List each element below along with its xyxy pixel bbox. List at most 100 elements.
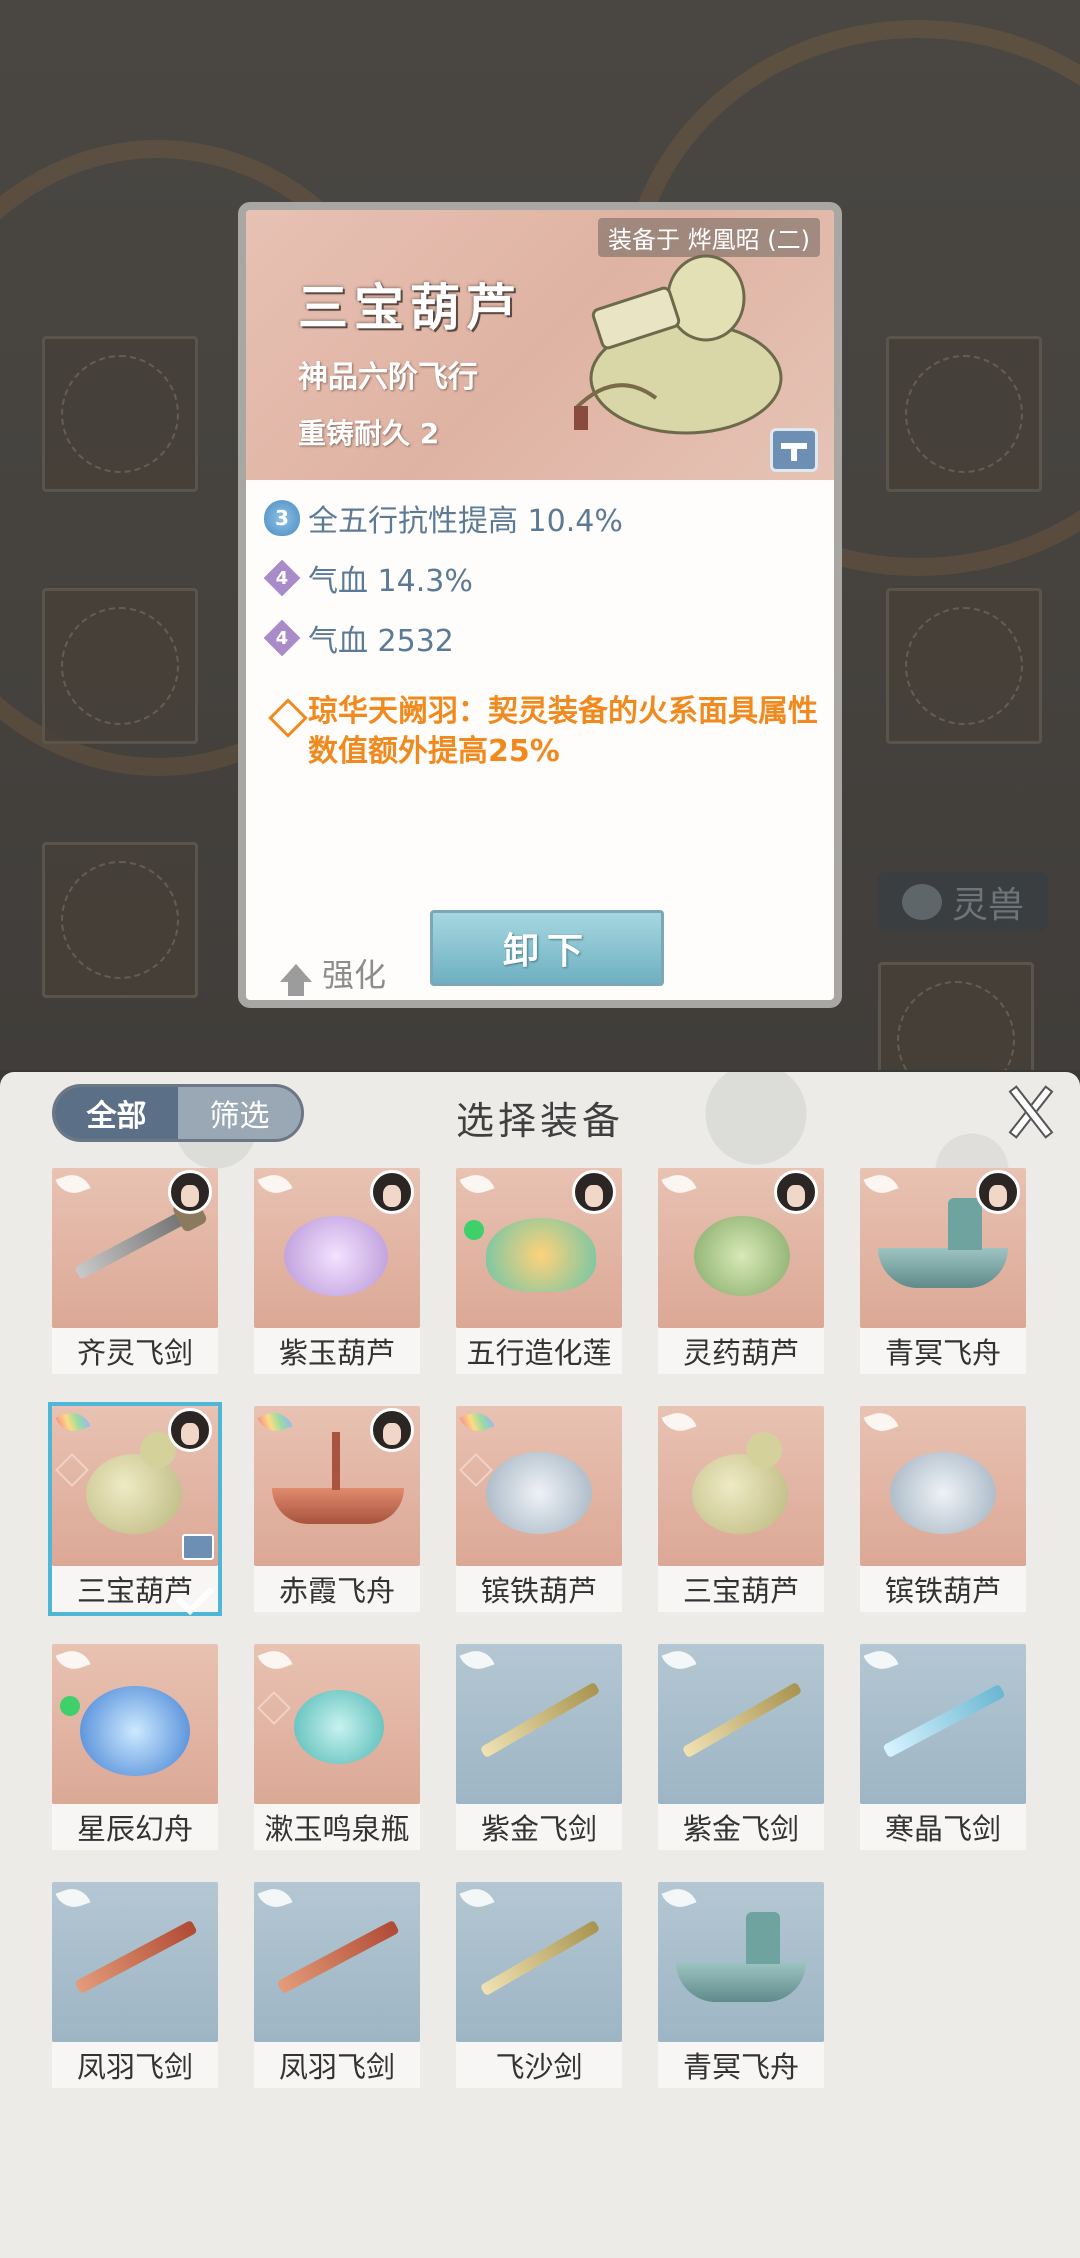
background-slot bbox=[886, 588, 1042, 744]
item-illustration bbox=[882, 1683, 1006, 1759]
equipment-card[interactable]: 青冥飞舟 bbox=[658, 1882, 824, 2088]
flight-wing-icon bbox=[55, 1883, 91, 1913]
owner-avatar bbox=[572, 1170, 616, 1214]
tier-badge-number: 4 bbox=[275, 627, 289, 649]
equipment-art bbox=[658, 1644, 824, 1804]
item-illustration bbox=[80, 1686, 190, 1776]
equipment-card[interactable]: 漱玉鸣泉瓶 bbox=[254, 1644, 420, 1850]
item-illustration bbox=[681, 1681, 803, 1759]
paw-icon bbox=[901, 884, 942, 920]
flight-wing-icon bbox=[459, 1645, 495, 1675]
lock-icon[interactable] bbox=[770, 428, 818, 472]
equipment-card[interactable]: 三宝葫芦 bbox=[658, 1406, 824, 1612]
owner-avatar bbox=[774, 1170, 818, 1214]
unequip-button[interactable]: 卸下 bbox=[430, 910, 664, 986]
equipment-name: 三宝葫芦 bbox=[658, 1566, 824, 1612]
item-illustration bbox=[479, 1919, 601, 1997]
equipment-art bbox=[860, 1168, 1026, 1328]
equipment-name: 飞沙剑 bbox=[456, 2042, 622, 2088]
equipment-name: 紫金飞剑 bbox=[658, 1804, 824, 1850]
enhance-label: 强化 bbox=[322, 956, 387, 994]
equipment-card[interactable]: 星辰幻舟 bbox=[52, 1644, 218, 1850]
equipment-card[interactable]: 紫玉葫芦 bbox=[254, 1168, 420, 1374]
equipment-select-panel: 全部 筛选 选择装备 齐灵飞剑 紫玉葫芦 五行造化莲 灵药葫芦 青冥飞舟 三宝葫芦 赤霞飞舟… bbox=[0, 1072, 1080, 2258]
element-mark-icon bbox=[464, 1220, 484, 1240]
tier-badge-icon: 4 bbox=[263, 559, 301, 597]
equipment-name: 五行造化莲 bbox=[456, 1328, 622, 1374]
equipment-card[interactable]: 飞沙剑 bbox=[456, 1882, 622, 2088]
flight-wing-icon bbox=[863, 1645, 899, 1675]
set-mark-icon bbox=[55, 1453, 89, 1487]
equipment-art bbox=[456, 1168, 622, 1328]
equipment-name: 灵药葫芦 bbox=[658, 1328, 824, 1374]
gourd-artwork bbox=[574, 254, 783, 435]
equipment-name: 齐灵飞剑 bbox=[52, 1328, 218, 1374]
owner-avatar bbox=[370, 1408, 414, 1452]
item-illustration bbox=[486, 1218, 596, 1292]
equipment-name: 青冥飞舟 bbox=[860, 1328, 1026, 1374]
detail-header: 装备于 烨凰昭 (二) 三宝葫芦 神品六阶飞行 重铸耐久 2 bbox=[246, 210, 834, 480]
item-illustration bbox=[479, 1681, 601, 1759]
stat-text: 气血 2532 bbox=[308, 624, 454, 659]
equipment-name: 凤羽飞剑 bbox=[254, 2042, 420, 2088]
item-illustration bbox=[74, 1919, 198, 1995]
equipment-name: 漱玉鸣泉瓶 bbox=[254, 1804, 420, 1850]
background-slot bbox=[42, 588, 198, 744]
flight-wing-icon bbox=[257, 1883, 293, 1913]
item-title: 三宝葫芦 bbox=[298, 279, 522, 337]
equipment-art bbox=[52, 1882, 218, 2042]
tier-badge-number: 4 bbox=[275, 567, 289, 589]
equipment-art bbox=[52, 1406, 218, 1566]
equipment-card[interactable]: 紫金飞剑 bbox=[658, 1644, 824, 1850]
flight-wing-icon bbox=[459, 1169, 495, 1199]
stat-row: 4 气血 2532 bbox=[263, 616, 454, 660]
equipment-card[interactable]: 齐灵飞剑 bbox=[52, 1168, 218, 1374]
equipment-card[interactable]: 三宝葫芦 bbox=[48, 1402, 222, 1616]
owner-avatar bbox=[370, 1170, 414, 1214]
equipment-art bbox=[254, 1644, 420, 1804]
flight-wing-icon bbox=[257, 1169, 293, 1199]
equipment-card[interactable]: 赤霞飞舟 bbox=[254, 1406, 420, 1612]
equipment-card[interactable]: 镔铁葫芦 bbox=[456, 1406, 622, 1612]
equipment-art bbox=[254, 1882, 420, 2042]
equipment-card[interactable]: 紫金飞剑 bbox=[456, 1644, 622, 1850]
owner-avatar bbox=[976, 1170, 1020, 1214]
equipment-card[interactable]: 寒晶飞剑 bbox=[860, 1644, 1026, 1850]
up-arrow-icon bbox=[280, 964, 312, 996]
equipment-card[interactable]: 凤羽飞剑 bbox=[52, 1882, 218, 2088]
equipment-art bbox=[254, 1406, 420, 1566]
flight-wing-icon bbox=[661, 1169, 697, 1199]
panel-title: 选择装备 bbox=[455, 1099, 624, 1143]
flight-wing-icon bbox=[55, 1407, 91, 1437]
equipment-card[interactable]: 凤羽飞剑 bbox=[254, 1882, 420, 2088]
equipment-card[interactable]: 青冥飞舟 bbox=[860, 1168, 1026, 1374]
item-illustration bbox=[878, 1198, 1008, 1288]
equipment-card[interactable]: 灵药葫芦 bbox=[658, 1168, 824, 1374]
stat-text: 全五行抗性提高 10.4% bbox=[308, 504, 623, 539]
equipment-name: 寒晶飞剑 bbox=[860, 1804, 1026, 1850]
item-detail-card: 装备于 烨凰昭 (二) 三宝葫芦 神品六阶飞行 重铸耐久 2 3 全五行抗性提高… bbox=[238, 202, 842, 1008]
close-icon[interactable] bbox=[1004, 1086, 1052, 1134]
equipment-name: 青冥飞舟 bbox=[658, 2042, 824, 2088]
special-effect-icon bbox=[268, 698, 308, 738]
equipment-card[interactable]: 五行造化莲 bbox=[456, 1168, 622, 1374]
equipment-art bbox=[254, 1168, 420, 1328]
item-illustration bbox=[294, 1690, 384, 1764]
background-slot bbox=[42, 336, 198, 492]
equipment-art bbox=[52, 1644, 218, 1804]
spirit-beast-label: 灵兽 bbox=[951, 885, 1024, 926]
flight-wing-icon bbox=[661, 1645, 697, 1675]
flight-wing-icon bbox=[863, 1407, 899, 1437]
background-slot bbox=[878, 962, 1034, 1070]
equipment-name: 紫金飞剑 bbox=[456, 1804, 622, 1850]
equipment-card[interactable]: 镔铁葫芦 bbox=[860, 1406, 1026, 1612]
item-illustration bbox=[694, 1216, 790, 1296]
lock-icon bbox=[182, 1534, 214, 1560]
flight-wing-icon bbox=[661, 1407, 697, 1437]
item-illustration bbox=[276, 1919, 400, 1995]
equipment-name: 镔铁葫芦 bbox=[456, 1566, 622, 1612]
item-illustration bbox=[676, 1912, 806, 2002]
element-mark-icon bbox=[60, 1696, 80, 1716]
equipment-art bbox=[658, 1406, 824, 1566]
enhance-button[interactable]: 强化 bbox=[280, 950, 386, 996]
